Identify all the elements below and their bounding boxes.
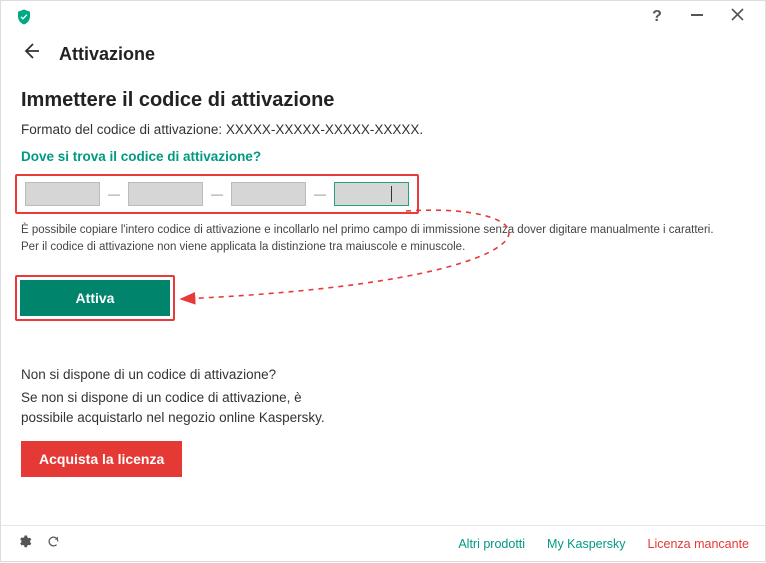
- no-code-heading: Non si dispone di un codice di attivazio…: [21, 367, 745, 382]
- activate-button[interactable]: Attiva: [20, 280, 170, 316]
- code-field-2[interactable]: [128, 182, 203, 206]
- minimize-button[interactable]: [677, 1, 717, 33]
- main-content: Immettere il codice di attivazione Forma…: [1, 81, 765, 477]
- app-shield-icon: [15, 8, 33, 26]
- paste-hint-line2: Per il codice di attivazione non viene a…: [21, 241, 465, 253]
- code-field-3[interactable]: [231, 182, 306, 206]
- code-separator: —: [108, 187, 120, 201]
- page-header: Attivazione: [1, 33, 765, 81]
- footer-link-my-kaspersky[interactable]: My Kaspersky: [547, 537, 626, 551]
- page-title: Attivazione: [59, 44, 155, 65]
- code-separator: —: [211, 187, 223, 201]
- format-hint: Formato del codice di attivazione: XXXXX…: [21, 122, 745, 137]
- code-fields-highlight: — — —: [15, 174, 419, 214]
- refresh-icon[interactable]: [46, 534, 61, 553]
- text-caret: [391, 186, 392, 202]
- where-is-code-link[interactable]: Dove si trova il codice di attivazione?: [21, 149, 745, 164]
- footer-link-other-products[interactable]: Altri prodotti: [458, 537, 525, 551]
- code-field-1[interactable]: [25, 182, 100, 206]
- section-title: Immettere il codice di attivazione: [21, 89, 745, 112]
- help-button[interactable]: ?: [637, 1, 677, 33]
- paste-hint-line1: È possibile copiare l'intero codice di a…: [21, 224, 714, 236]
- code-separator: —: [314, 187, 326, 201]
- no-code-text: Se non si dispone di un codice di attiva…: [21, 388, 341, 427]
- close-button[interactable]: [717, 1, 757, 33]
- titlebar: ?: [1, 1, 765, 33]
- buy-license-button[interactable]: Acquista la licenza: [21, 441, 182, 477]
- footer-link-license-missing[interactable]: Licenza mancante: [648, 537, 749, 551]
- back-arrow-icon[interactable]: [21, 41, 41, 67]
- activate-button-highlight: Attiva: [15, 275, 175, 321]
- gear-icon[interactable]: [17, 534, 32, 553]
- paste-hint: È possibile copiare l'intero codice di a…: [21, 222, 745, 255]
- code-field-4[interactable]: [334, 182, 409, 206]
- footer-bar: Altri prodotti My Kaspersky Licenza manc…: [1, 525, 765, 561]
